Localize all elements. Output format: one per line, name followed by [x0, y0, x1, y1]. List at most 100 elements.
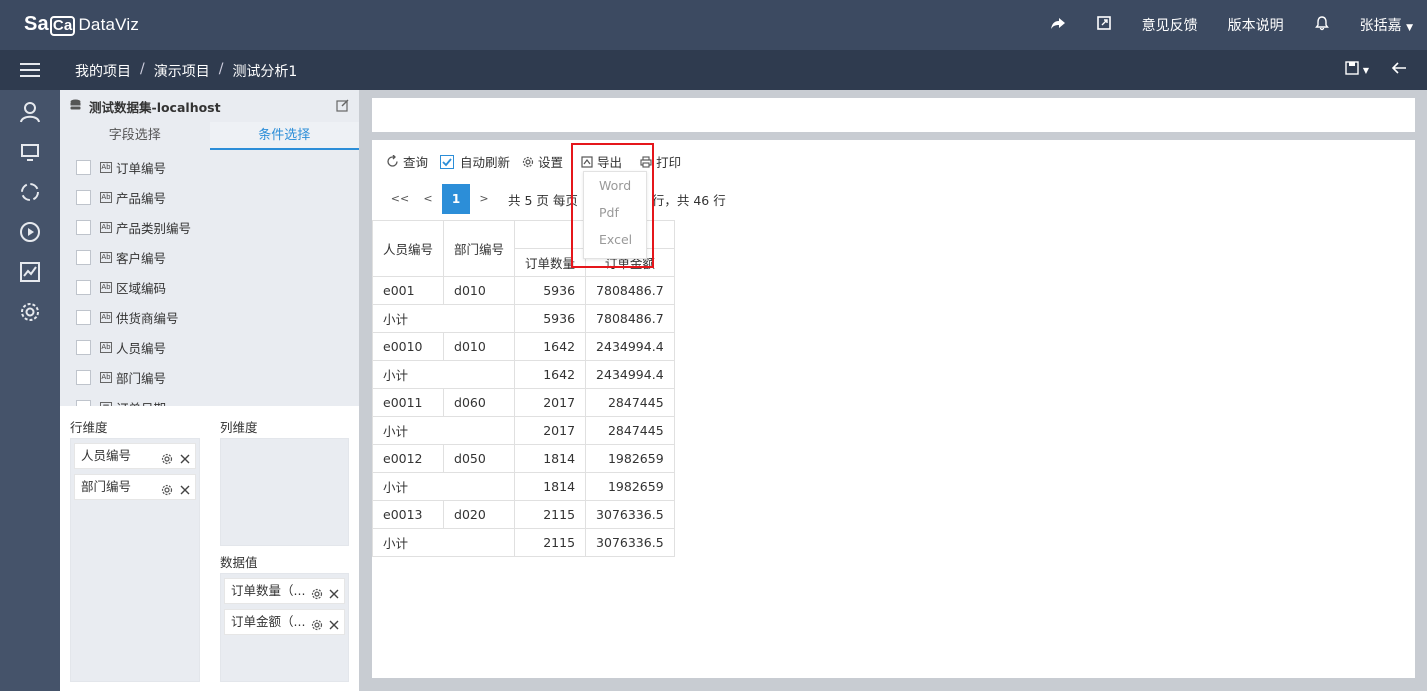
text-field-icon: Ab [100, 341, 112, 353]
row-dimension-dropzone[interactable]: 人员编号 部门编号 [70, 438, 200, 682]
chart-icon[interactable] [18, 260, 42, 284]
table-cell: 小计 [371, 472, 516, 501]
checkbox[interactable] [76, 249, 91, 265]
next-page-button[interactable]: > [470, 184, 498, 214]
table-cell: 5936 [514, 276, 587, 305]
list-item[interactable]: Ab 订单编号 [60, 152, 359, 182]
gear-icon[interactable] [311, 615, 323, 639]
list-item[interactable]: Ab 供货商编号 [60, 302, 359, 332]
page-info-right: 行，共 46 行 [651, 192, 726, 208]
close-icon[interactable] [328, 615, 340, 639]
dataset-header: 测试数据集-localhost [60, 90, 359, 122]
icon-rail [0, 90, 60, 691]
close-icon[interactable] [328, 584, 340, 608]
table-cell: e0011 [371, 388, 445, 417]
table-cell: 7808486.7 [585, 304, 675, 333]
table-row: e0012 d050 1814 1982659 [371, 444, 675, 473]
value-dropzone[interactable]: 订单数量（... 订单金额（... [220, 573, 349, 682]
checkbox[interactable] [76, 369, 91, 385]
report-panel: 查询 自动刷新 设置 导出 打印 << < 1 > 共 5 页 每页 行，共 4… [371, 140, 1415, 678]
checkbox[interactable] [76, 159, 91, 175]
table-cell: 1814 [514, 472, 587, 501]
table-cell: 1642 [514, 332, 587, 361]
edit-icon[interactable] [336, 99, 349, 115]
gear-icon[interactable] [18, 300, 42, 324]
gear-icon[interactable] [161, 480, 173, 504]
table-cell: 1982659 [585, 444, 675, 473]
breadcrumb-demo-project[interactable]: 演示项目 [154, 61, 210, 81]
close-icon[interactable] [179, 449, 191, 473]
list-item[interactable]: ▦订单日期 [60, 392, 359, 406]
list-item[interactable]: Ab 产品编号 [60, 182, 359, 212]
text-field-icon: Ab [100, 251, 112, 263]
panel-tabs: 字段选择 条件选择 [60, 122, 359, 150]
dimension-area: 行维度 列维度 人员编号 部门编号 数据值 订单数量（... 订单金额（... [60, 406, 359, 691]
list-item[interactable]: Ab 区域编码 [60, 272, 359, 302]
list-item[interactable]: Ab 部门编号 [60, 362, 359, 392]
checkbox[interactable] [76, 219, 91, 235]
table-cell: d060 [443, 388, 516, 417]
list-item[interactable]: Ab 人员编号 [60, 332, 359, 362]
row-chip-dept[interactable]: 部门编号 [74, 474, 196, 500]
table-cell: 1814 [514, 444, 587, 473]
refresh-icon [387, 155, 398, 167]
cycle-icon[interactable] [18, 180, 42, 204]
table-cell: e0013 [371, 500, 445, 529]
user-name: 张括嘉 [1359, 18, 1402, 34]
user-menu[interactable]: 张括嘉 ▼ [1360, 15, 1413, 35]
checkbox[interactable] [76, 339, 91, 355]
checkbox-checked[interactable] [440, 154, 455, 169]
table-cell: 小计 [371, 304, 516, 333]
table-cell: 3076336.5 [585, 500, 675, 529]
gear-icon[interactable] [161, 449, 173, 473]
monitor-icon[interactable] [18, 140, 42, 164]
gear-icon[interactable] [311, 584, 323, 608]
first-page-button[interactable]: << [386, 184, 414, 214]
tab-condition-select[interactable]: 条件选择 [209, 122, 359, 150]
user-icon[interactable] [18, 100, 42, 124]
table-cell: 2434994.4 [585, 360, 675, 389]
hamburger-menu-icon[interactable] [20, 60, 40, 80]
query-button[interactable]: 查询 [386, 152, 428, 171]
release-notes-link[interactable]: 版本说明 [1228, 15, 1284, 35]
back-arrow-icon[interactable] [1391, 60, 1407, 80]
column-dimension-dropzone[interactable] [220, 438, 349, 546]
prev-page-button[interactable]: < [414, 184, 442, 214]
checkbox[interactable] [76, 279, 91, 295]
text-field-icon: Ab [100, 161, 112, 173]
save-caret-icon[interactable]: ▼ [1363, 66, 1369, 75]
text-field-icon: Ab [100, 281, 112, 293]
table-cell: d010 [443, 276, 516, 305]
text-field-icon: Ab [100, 221, 112, 233]
value-chip-qty[interactable]: 订单数量（... [224, 578, 345, 604]
save-icon[interactable] [1345, 61, 1359, 79]
table-row: 小计 1814 1982659 [371, 472, 675, 501]
settings-button[interactable]: 设置 [522, 152, 563, 171]
checkbox[interactable] [76, 309, 91, 325]
close-icon[interactable] [179, 480, 191, 504]
row-chip-person[interactable]: 人员编号 [74, 443, 196, 469]
page-info-left: 共 5 页 每页 [508, 192, 578, 208]
dataset-name: 测试数据集-localhost [89, 99, 221, 115]
page-1-button[interactable]: 1 [442, 184, 470, 214]
table-row: 小计 5936 7808486.7 [371, 304, 675, 333]
list-item[interactable]: Ab 客户编号 [60, 242, 359, 272]
open-external-icon[interactable] [1096, 15, 1112, 35]
feedback-link[interactable]: 意见反馈 [1142, 15, 1198, 35]
play-icon[interactable] [18, 220, 42, 244]
header-strip [372, 98, 1415, 132]
table-cell: 2847445 [585, 416, 675, 445]
list-item[interactable]: Ab 产品类别编号 [60, 212, 359, 242]
breadcrumb-my-projects[interactable]: 我的项目 [75, 61, 131, 81]
table-row: 小计 2017 2847445 [371, 416, 675, 445]
bell-icon[interactable] [1314, 15, 1330, 35]
sub-bar: 我的项目 / 演示项目 / 测试分析1 ▼ [0, 50, 1427, 90]
table-cell: d020 [443, 500, 516, 529]
logo[interactable]: Sa Ca DataViz [24, 13, 139, 36]
share-icon[interactable] [1050, 15, 1066, 35]
tab-field-select[interactable]: 字段选择 [60, 122, 210, 150]
header-person: 人员编号 [371, 220, 445, 277]
auto-refresh-toggle[interactable]: 自动刷新 [440, 152, 510, 171]
value-chip-amount[interactable]: 订单金额（... [224, 609, 345, 635]
checkbox[interactable] [76, 189, 91, 205]
